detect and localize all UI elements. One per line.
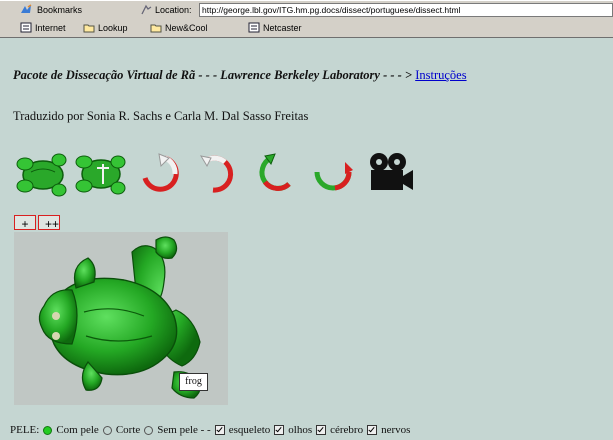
lookup-button[interactable]: Lookup xyxy=(83,22,128,33)
folder-icon xyxy=(150,24,162,33)
page-icon xyxy=(248,22,260,33)
movie-camera-icon xyxy=(370,153,413,190)
bookmarks-icon xyxy=(21,4,32,13)
new-cool-label: New&Cool xyxy=(165,22,208,33)
folder-icon xyxy=(83,24,95,33)
new-cool-button[interactable]: New&Cool xyxy=(150,22,208,33)
netcaster-label: Netcaster xyxy=(263,22,302,33)
frog-view-button[interactable] xyxy=(14,148,72,200)
zoom-in-button[interactable]: + xyxy=(14,215,36,231)
skin-label: PELE: xyxy=(10,424,40,436)
cerebro-label: cérebro xyxy=(330,424,364,436)
frog-view-alt-icon xyxy=(75,155,126,195)
internet-button[interactable]: Internet xyxy=(20,22,66,33)
rotate-forward-icon xyxy=(314,162,353,191)
bookmarks-label: Bookmarks xyxy=(37,4,83,15)
esqueleto-label: esqueleto xyxy=(228,424,271,436)
com-pele-label: Com pele xyxy=(56,424,99,436)
nervos-checkbox[interactable] xyxy=(367,425,378,435)
location-icon xyxy=(141,4,152,15)
page-icon xyxy=(20,22,32,33)
rotate-back-icon xyxy=(259,153,291,191)
page-title-text: Pacote de Dissecação Virtual de Rã - - -… xyxy=(13,68,413,82)
page-title: Pacote de Dissecação Virtual de Rã - - -… xyxy=(13,68,467,83)
com-pele-radio[interactable] xyxy=(43,425,53,435)
view-controls xyxy=(14,148,420,200)
olhos-checkbox[interactable] xyxy=(274,425,285,435)
corte-radio[interactable] xyxy=(102,425,112,435)
rotate-left-button[interactable] xyxy=(130,148,188,200)
nervos-label: nervos xyxy=(381,424,411,436)
location-label-group: Location: xyxy=(140,4,192,15)
personal-toolbar: Internet Lookup New&Cool Netcaster xyxy=(0,19,613,38)
sem-pele-label: Sem pele - - xyxy=(157,424,211,436)
bookmarks-button[interactable]: Bookmarks xyxy=(18,4,82,15)
netcaster-button[interactable]: Netcaster xyxy=(248,22,302,33)
zoom-in-more-button[interactable]: ++ xyxy=(38,215,60,231)
url-field[interactable]: http://george.lbl.gov/ITG.hm.pg.docs/dis… xyxy=(199,3,613,17)
rotate-back-button[interactable] xyxy=(246,148,304,200)
rotate-forward-button[interactable] xyxy=(304,148,362,200)
translation-credit: Traduzido por Sonia R. Sachs e Carla M. … xyxy=(13,109,309,123)
location-label: Location: xyxy=(155,4,192,15)
rotate-left-icon xyxy=(142,153,179,192)
frog-label: frog xyxy=(179,373,208,391)
cerebro-checkbox[interactable] xyxy=(316,425,327,435)
frog-view-icon xyxy=(16,153,67,197)
internet-label: Internet xyxy=(35,22,66,33)
rotate-right-button[interactable] xyxy=(188,148,246,200)
olhos-label: olhos xyxy=(288,424,313,436)
lookup-label: Lookup xyxy=(98,22,128,33)
instructions-link[interactable]: Instruções xyxy=(415,68,466,82)
location-toolbar: Bookmarks Location: http://george.lbl.go… xyxy=(0,0,613,20)
corte-label: Corte xyxy=(115,424,141,436)
esqueleto-checkbox[interactable] xyxy=(214,425,225,435)
sem-pele-radio[interactable] xyxy=(144,425,154,435)
movie-camera-button[interactable] xyxy=(362,148,420,200)
rotate-right-icon xyxy=(199,155,234,193)
frog-view-alt-button[interactable] xyxy=(72,148,130,200)
display-options: PELE: Com pele Corte Sem pele - - esquel… xyxy=(10,424,410,436)
